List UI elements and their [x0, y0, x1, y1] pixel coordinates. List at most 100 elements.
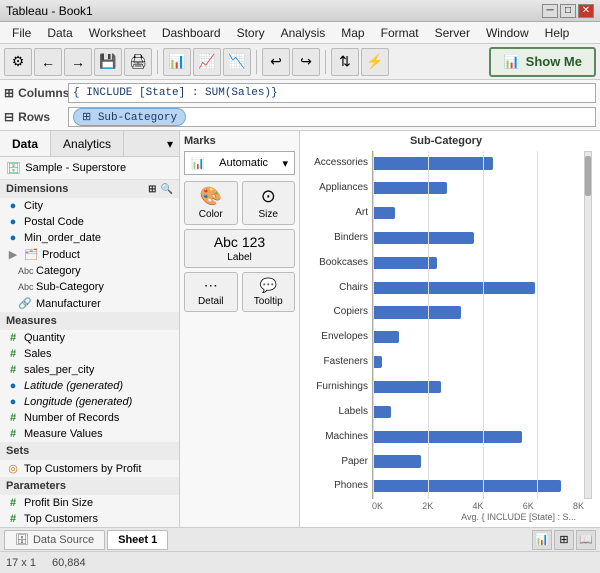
menu-item-worksheet[interactable]: Worksheet: [81, 24, 154, 42]
toolbar-undo[interactable]: ↩: [262, 48, 290, 76]
toolbar-chart3[interactable]: 📉: [223, 48, 251, 76]
content-area: Data Analytics ▾ 🗄 Sample - Superstore D…: [0, 131, 600, 527]
app-title: Tableau - Book1: [6, 4, 93, 18]
dim-category[interactable]: Abc Category: [12, 263, 179, 279]
toolbar-chart1[interactable]: 📊: [163, 48, 191, 76]
toolbar-back[interactable]: ←: [34, 48, 62, 76]
title-bar: Tableau - Book1 ─ □ ✕: [0, 0, 600, 22]
folder-arrow-icon: ▶: [6, 248, 20, 261]
bar-8[interactable]: [373, 356, 382, 368]
geo-icon: ●: [6, 216, 20, 228]
data-tab[interactable]: Data: [0, 131, 51, 156]
color-button[interactable]: 🎨 Color: [184, 181, 238, 225]
new-story-btn[interactable]: 📖: [576, 530, 596, 550]
dim-subcategory[interactable]: Abc Sub-Category: [12, 279, 179, 295]
menu-item-map[interactable]: Map: [333, 24, 372, 42]
bar-5[interactable]: [373, 282, 535, 294]
param-profit-bin[interactable]: # Profit Bin Size: [0, 495, 179, 511]
dim-product-folder[interactable]: ▶ 🗂 Product: [0, 246, 179, 263]
set-top-customers[interactable]: ◎ Top Customers by Profit: [0, 460, 179, 477]
link-icon: 🔗: [18, 297, 32, 310]
menu-item-data[interactable]: Data: [39, 24, 80, 42]
bar-1[interactable]: [373, 182, 447, 194]
bar-0[interactable]: [373, 157, 493, 169]
columns-formula: { INCLUDE [State] : SUM(Sales)}: [73, 87, 278, 99]
detail-button[interactable]: ⋯ Detail: [184, 272, 238, 312]
dim-manufacturer[interactable]: 🔗 Manufacturer: [12, 295, 179, 312]
data-source-item[interactable]: 🗄 Sample - Superstore: [0, 157, 179, 180]
size-button[interactable]: ⊙ Size: [242, 181, 296, 225]
dim-min-order[interactable]: ● Min_order_date: [0, 230, 179, 246]
measure-num-records[interactable]: # Number of Records: [0, 410, 179, 426]
menu-item-server[interactable]: Server: [427, 24, 478, 42]
dim-postal[interactable]: ● Postal Code: [0, 214, 179, 230]
menu-item-story[interactable]: Story: [229, 24, 273, 42]
sep3: [325, 50, 326, 74]
analytics-tab[interactable]: Analytics: [51, 131, 124, 156]
grid-line-3: [537, 151, 538, 499]
dim-search-icon[interactable]: 🔍: [161, 184, 173, 195]
measure-values[interactable]: # Measure Values: [0, 426, 179, 442]
dimensions-header: Dimensions ⊞ 🔍: [0, 180, 179, 198]
show-me-button[interactable]: 📊 Show Me: [489, 47, 596, 77]
bar-6[interactable]: [373, 306, 461, 318]
measure-quantity[interactable]: # Measures Quantity: [0, 330, 179, 346]
minimize-button[interactable]: ─: [542, 4, 558, 18]
bar-3[interactable]: [373, 232, 474, 244]
bar-11[interactable]: [373, 431, 522, 443]
menu-item-format[interactable]: Format: [373, 24, 427, 42]
bar-10[interactable]: [373, 406, 391, 418]
bar-label-13: Phones: [300, 481, 368, 491]
menu-item-dashboard[interactable]: Dashboard: [154, 24, 229, 42]
tooltip-button[interactable]: 💬 Tooltip: [242, 272, 296, 312]
dim-grid-icon[interactable]: ⊞: [148, 184, 156, 195]
bar-9[interactable]: [373, 381, 441, 393]
menu-item-analysis[interactable]: Analysis: [273, 24, 334, 42]
date-icon: ●: [6, 232, 20, 244]
sep1: [157, 50, 158, 74]
sheet1-tab[interactable]: Sheet 1: [107, 530, 168, 550]
scroll-thumb[interactable]: [585, 156, 591, 196]
marks-dropdown[interactable]: 📊 Automatic ▾: [184, 151, 295, 175]
toolbar-save[interactable]: 💾: [94, 48, 122, 76]
menu-item-help[interactable]: Help: [537, 24, 578, 42]
measure-longitude[interactable]: ● Longitude (generated): [0, 394, 179, 410]
bar-12[interactable]: [373, 455, 421, 467]
label-button[interactable]: Abc 123 Label: [184, 229, 295, 268]
rows-content[interactable]: ⊞ Sub-Category: [68, 107, 596, 127]
rows-pill[interactable]: ⊞ Sub-Category: [73, 108, 186, 126]
data-source-tab[interactable]: 🗄 Data Source: [4, 530, 105, 550]
toolbar-filter[interactable]: ⚡: [361, 48, 389, 76]
measure-latitude[interactable]: ● Latitude (generated): [0, 378, 179, 394]
formula-area: ⊞ Columns { INCLUDE [State] : SUM(Sales)…: [0, 80, 600, 131]
bar-label-9: Furnishings: [300, 382, 368, 392]
dim-city[interactable]: ● City: [0, 198, 179, 214]
close-button[interactable]: ✕: [578, 4, 594, 18]
marks-panel: Marks 📊 Automatic ▾ 🎨 Color ⊙ Size: [180, 131, 300, 527]
columns-content[interactable]: { INCLUDE [State] : SUM(Sales)}: [68, 83, 596, 103]
bar-13[interactable]: [373, 480, 561, 492]
dimension-list: Dimensions ⊞ 🔍 ● City ● Postal Code ● Mi…: [0, 180, 179, 527]
bar-2[interactable]: [373, 207, 395, 219]
new-dashboard-btn[interactable]: ⊞: [554, 530, 574, 550]
toolbar-sort[interactable]: ⇅: [331, 48, 359, 76]
bar-7[interactable]: [373, 331, 399, 343]
new-sheet-btn[interactable]: 📊: [532, 530, 552, 550]
hash-icon: #: [6, 513, 20, 525]
measure-sales[interactable]: # Sales: [0, 346, 179, 362]
tab-icons: 📊 ⊞ 📖: [532, 530, 596, 550]
x-label-0: 0K: [372, 501, 383, 511]
toolbar-forward[interactable]: →: [64, 48, 92, 76]
columns-icon: ⊞: [4, 86, 14, 100]
menu-item-file[interactable]: File: [4, 24, 39, 42]
toolbar-redo[interactable]: ↪: [292, 48, 320, 76]
toolbar-print[interactable]: 🖨: [124, 48, 152, 76]
maximize-button[interactable]: □: [560, 4, 576, 18]
param-top-customers[interactable]: # Top Customers: [0, 511, 179, 527]
chart-scrollbar[interactable]: [584, 151, 592, 499]
panel-arrow[interactable]: ▾: [161, 137, 179, 151]
measure-sales-per-city[interactable]: # sales_per_city: [0, 362, 179, 378]
menu-item-window[interactable]: Window: [478, 24, 537, 42]
toolbar-new[interactable]: ⚙: [4, 48, 32, 76]
toolbar-chart2[interactable]: 📈: [193, 48, 221, 76]
